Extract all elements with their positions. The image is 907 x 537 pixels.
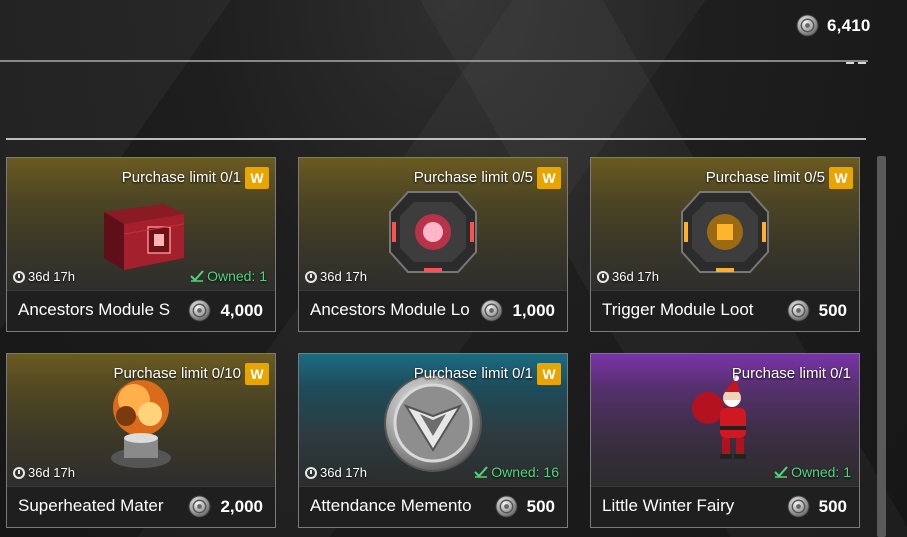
timer-label: 36d 17h [612, 269, 659, 284]
timer: 36d 17h [305, 465, 367, 480]
price-button[interactable]: 500 [495, 495, 555, 518]
purchase-limit: Purchase limit 0/5 [413, 169, 533, 186]
owned-label: Owned: 1 [207, 268, 267, 284]
item-name: Attendance Memento [310, 496, 472, 515]
price-value: 2,000 [220, 496, 263, 516]
silver-coin-icon [495, 495, 518, 518]
scrollbar[interactable] [877, 156, 886, 537]
shop-item-card[interactable]: Purchase limit 0/5 W 36d 17h Trigger Mod… [590, 157, 860, 332]
weekly-badge: W [245, 363, 269, 385]
owned-status: Owned: 1 [190, 268, 267, 284]
explosion-material-icon [111, 380, 171, 468]
timer-label: 36d 17h [320, 269, 367, 284]
red-module-loot-icon [389, 191, 477, 273]
silver-coin-icon [188, 299, 211, 322]
shop-item-card[interactable]: Purchase limit 0/5 W 36d 17h Ancestors M… [298, 157, 568, 332]
price-button[interactable]: 1,000 [480, 299, 555, 322]
silver-coin-icon [796, 14, 819, 37]
timer-label: 36d 17h [28, 269, 75, 284]
header-divider [0, 60, 868, 62]
red-chest-icon [104, 204, 185, 270]
price-value: 4,000 [220, 300, 263, 320]
santa-figure-icon [692, 375, 746, 459]
timer-label: 36d 17h [28, 465, 75, 480]
owned-status: Owned: 1 [774, 464, 851, 480]
owned-check-icon [190, 270, 204, 282]
price-value: 500 [526, 496, 555, 516]
price-value: 500 [818, 496, 847, 516]
item-name: Ancestors Module S [18, 300, 171, 319]
price-button[interactable]: 500 [787, 495, 847, 518]
silver-coin-icon [188, 495, 211, 518]
orange-module-loot-icon [681, 191, 769, 273]
weekly-badge: W [245, 167, 269, 189]
item-name: Trigger Module Loot [602, 300, 754, 319]
timer: 36d 17h [13, 269, 75, 284]
weekly-badge: W [829, 167, 853, 189]
timer-icon [13, 270, 25, 283]
item-name: Ancestors Module Lo [310, 300, 470, 319]
owned-label: Owned: 1 [791, 464, 851, 480]
currency-amount: 6,410 [827, 16, 871, 35]
owned-label: Owned: 16 [491, 464, 559, 480]
timer-icon [13, 466, 25, 479]
silver-coin-icon [787, 299, 810, 322]
silver-medal-icon [384, 374, 482, 472]
shop-item-card[interactable]: Purchase limit 0/1 W 36d 17h Owned: 1 An… [6, 157, 276, 332]
price-button[interactable]: 4,000 [188, 299, 263, 322]
shop-item-card[interactable]: Purchase limit 0/1 Owned: 1 Little Winte… [590, 353, 860, 528]
shop-item-card[interactable]: Purchase limit 0/1 W 36d 17h Owned: 16 A… [298, 353, 568, 528]
price-button[interactable]: 500 [787, 299, 847, 322]
weekly-badge: W [537, 167, 561, 189]
purchase-limit: Purchase limit 0/5 [705, 169, 825, 186]
item-name: Little Winter Fairy [602, 496, 735, 515]
price-value: 1,000 [512, 300, 555, 320]
header-divider-dash [846, 62, 866, 64]
timer-label: 36d 17h [320, 465, 367, 480]
item-name: Superheated Mater [18, 496, 164, 515]
timer-icon [597, 270, 609, 283]
purchase-limit: Purchase limit 0/1 [413, 365, 533, 382]
purchase-limit: Purchase limit 0/1 [121, 169, 241, 186]
timer: 36d 17h [597, 269, 659, 284]
price-value: 500 [818, 300, 847, 320]
purchase-limit: Purchase limit 0/1 [731, 365, 851, 382]
timer: 36d 17h [305, 269, 367, 284]
weekly-badge: W [537, 363, 561, 385]
price-button[interactable]: 2,000 [188, 495, 263, 518]
owned-check-icon [774, 466, 788, 478]
silver-coin-icon [787, 495, 810, 518]
owned-status: Owned: 16 [474, 464, 559, 480]
timer-icon [305, 270, 317, 283]
timer: 36d 17h [13, 465, 75, 480]
section-divider [6, 138, 866, 140]
owned-check-icon [474, 466, 489, 478]
timer-icon [305, 466, 317, 479]
silver-coin-icon [480, 299, 503, 322]
shop-item-card[interactable]: Purchase limit 0/10 W 36d 17h Superheate… [6, 353, 276, 528]
purchase-limit: Purchase limit 0/10 [113, 365, 241, 382]
